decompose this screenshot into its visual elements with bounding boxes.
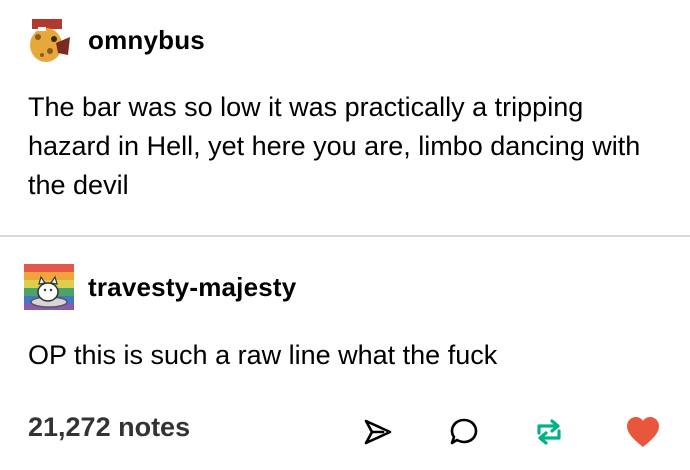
divider [0,235,690,237]
username[interactable]: travesty-majesty [88,272,296,303]
post-header: omnybus [24,15,205,65]
like-icon [627,417,659,447]
username[interactable]: omnybus [88,25,205,56]
cat-on-rainbow-avatar-icon[interactable] [24,262,74,312]
reply-button[interactable] [444,412,484,452]
reblog-icon [537,419,561,445]
notes-count[interactable]: 21,272 notes [28,412,190,443]
post-text: OP this is such a raw line what the fuck [28,340,498,370]
share-button[interactable] [358,412,398,452]
post-footer: 21,272 notes [0,400,690,460]
reblog-button[interactable] [529,412,569,452]
share-icon [364,419,392,445]
post-travesty-majesty: travesty-majesty OP this is such a raw l… [0,238,690,388]
post-omnybus: omnybus The bar was so low it was practi… [0,0,690,236]
post-text: The bar was so low it was practically a … [28,92,641,200]
reply-icon [450,418,478,445]
giraffe-avatar-icon[interactable] [24,15,74,65]
post-header: travesty-majesty [24,262,296,312]
like-button[interactable] [623,412,663,452]
